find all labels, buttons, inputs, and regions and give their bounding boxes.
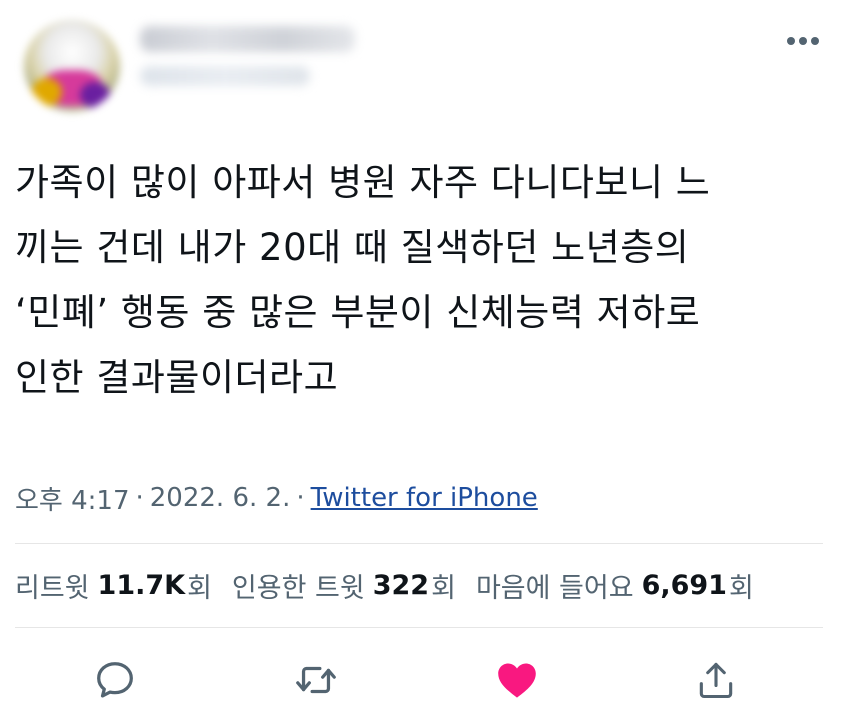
tweet-stats: 리트윗 11.7K 회 인용한 트윗 322 회 마음에 들어요 6,691 회 [15, 562, 774, 608]
quotes-stat[interactable]: 인용한 트윗 322 회 [232, 566, 456, 605]
share-button[interactable] [690, 654, 742, 706]
tweet-meta: 오후 4:17 · 2022. 6. 2. · Twitter for iPho… [15, 478, 538, 518]
quotes-count: 322 [372, 569, 430, 601]
retweets-unit: 회 [187, 572, 212, 604]
tweet-header [0, 0, 867, 125]
more-horizontal-icon [787, 37, 819, 45]
retweets-count: 11.7K [97, 569, 186, 601]
likes-count: 6,691 [641, 569, 727, 601]
tweet-date[interactable]: 2022. 6. 2. [150, 483, 291, 513]
likes-unit: 회 [728, 572, 754, 604]
reply-bubble-icon [97, 662, 133, 698]
meta-separator: · [135, 483, 144, 513]
likes-label: 마음에 들어요 [475, 572, 634, 604]
more-options-button[interactable] [778, 26, 828, 56]
quotes-unit: 회 [431, 572, 456, 604]
avatar[interactable] [24, 20, 120, 112]
divider-2 [15, 627, 823, 628]
tweet-text: 가족이 많이 아파서 병원 자주 다니다보니 느 끼는 건데 내가 20대 때 … [15, 161, 711, 399]
heart-filled-icon [498, 663, 536, 698]
display-name-blurred[interactable] [140, 26, 355, 52]
tweet-actions [0, 650, 867, 710]
divider [15, 543, 823, 544]
retweets-label: 리트윗 [15, 572, 90, 604]
tweet-source-link[interactable]: Twitter for iPhone [311, 483, 538, 513]
likes-stat[interactable]: 마음에 들어요 6,691 회 [476, 566, 754, 605]
reply-button[interactable] [89, 654, 141, 706]
quotes-label: 인용한 트윗 [231, 572, 365, 604]
user-handle-blurred[interactable] [140, 66, 310, 86]
retweet-button[interactable] [290, 654, 342, 706]
share-icon [699, 662, 733, 699]
retweet-icon [296, 666, 336, 694]
tweet-time[interactable]: 오후 4:17 [15, 480, 130, 517]
meta-separator-2: · [296, 483, 305, 513]
retweets-stat[interactable]: 리트윗 11.7K 회 [15, 566, 212, 605]
like-button[interactable] [491, 654, 543, 706]
